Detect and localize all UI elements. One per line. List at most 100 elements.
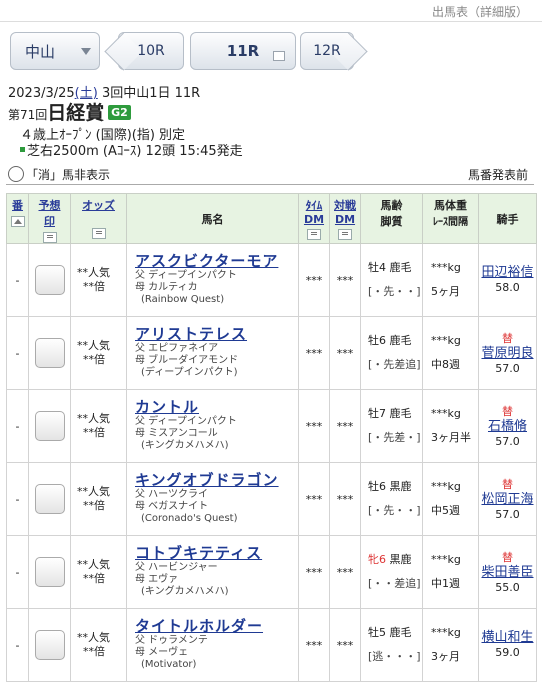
- grade-badge: G2: [108, 105, 131, 120]
- horse-name-link[interactable]: キングオブドラゴン: [135, 472, 298, 487]
- jockey-cell: 横山和生 59.0: [478, 608, 537, 682]
- jockey-link[interactable]: 菅原明良: [479, 346, 536, 361]
- popularity: **人気: [77, 339, 110, 352]
- running-style: [・・差追]: [368, 577, 421, 590]
- odds-cell: **人気 **倍: [70, 316, 127, 390]
- dam-sire: (Rainbow Quest): [141, 293, 225, 305]
- odds-cell: **人気 **倍: [70, 608, 127, 682]
- header-divider: [0, 21, 542, 22]
- time-dm-cell: ***: [298, 462, 330, 536]
- race-interval: 中1週: [431, 577, 460, 590]
- sex-age: 牡7: [368, 407, 386, 420]
- prediction-mark-button[interactable]: [34, 557, 65, 587]
- vs-dm-cell: ***: [329, 316, 361, 390]
- popularity: **人気: [77, 485, 110, 498]
- race-interval: 5ヶ月: [431, 285, 460, 298]
- horse-name-link[interactable]: コトブキテティス: [135, 545, 298, 560]
- vs-dm-cell: ***: [329, 535, 361, 609]
- odds-value: **倍: [83, 426, 105, 439]
- race-navigation: 中山 10R 11R 12R: [0, 26, 542, 78]
- mark-cell: [28, 608, 71, 682]
- col-age: 馬齢 脚質: [360, 193, 423, 244]
- mark-cell: [28, 243, 71, 317]
- horse-name-link[interactable]: カントル: [135, 399, 298, 414]
- odds-value: **倍: [83, 280, 105, 293]
- prediction-mark-button[interactable]: [34, 338, 65, 368]
- col-ban[interactable]: 番: [6, 193, 29, 244]
- sort-icon[interactable]: [91, 228, 106, 239]
- weight-cell: ***kg 中5週: [422, 462, 479, 536]
- race-interval: 中5週: [431, 504, 460, 517]
- jockey-change-badge: 替: [502, 550, 513, 564]
- jockey-link[interactable]: 横山和生: [479, 630, 536, 645]
- jockey-change-badge: 替: [502, 331, 513, 345]
- time-dm-cell: ***: [298, 316, 330, 390]
- jockey-weight: 59.0: [495, 646, 520, 659]
- mark-cell: [28, 535, 71, 609]
- time-dm-cell: ***: [298, 389, 330, 463]
- body-weight: ***kg: [431, 480, 461, 493]
- jockey-cell: 替石橋脩 57.0: [478, 389, 537, 463]
- jockey-link[interactable]: 松岡正海: [479, 492, 536, 507]
- jockey-change-badge: 替: [502, 404, 513, 418]
- body-weight: ***kg: [431, 553, 461, 566]
- ban-cell: -: [6, 535, 29, 609]
- jockey-weight: 57.0: [495, 507, 520, 521]
- col-time-dm[interactable]: ﾀｲﾑ DM: [298, 193, 330, 244]
- sire: 父 ディープインパクト: [135, 415, 237, 427]
- horse-name-link[interactable]: アリストテレス: [135, 326, 298, 341]
- col-mark[interactable]: 予想印: [28, 193, 71, 244]
- sort-icon[interactable]: [307, 229, 321, 240]
- prediction-mark-button[interactable]: [34, 484, 65, 514]
- age-cell: 牡6 鹿毛 [・先差追]: [360, 316, 423, 390]
- odds-cell: **人気 **倍: [70, 535, 127, 609]
- horse-name-link[interactable]: アスクビクターモア: [135, 253, 298, 268]
- sort-asc-icon[interactable]: [10, 216, 25, 227]
- jockey-cell: 替柴田善臣 55.0: [478, 535, 537, 609]
- prediction-mark-button[interactable]: [34, 630, 65, 660]
- dam: 母 ブルーダイアモンド: [135, 354, 239, 366]
- table-row: - **人気 **倍 タイトルホルダー父 ドゥラメンテ母 メーヴェ (Motivator…: [6, 608, 537, 682]
- prev-race-label: 10R: [137, 43, 165, 59]
- race-interval: 3ヶ月半: [431, 431, 471, 444]
- coat: 黒鹿: [386, 480, 412, 493]
- current-race-button[interactable]: 11R: [190, 32, 296, 70]
- odds-cell: **人気 **倍: [70, 389, 127, 463]
- odds-cell: **人気 **倍: [70, 462, 127, 536]
- sire: 父 エピファネイア: [135, 342, 219, 354]
- col-jockey: 騎手: [478, 193, 537, 244]
- dam-sire: (Coronado's Quest): [141, 512, 238, 524]
- col-vs-dm[interactable]: 対戦 DM: [329, 193, 361, 244]
- sex-age: 牡6: [368, 480, 386, 493]
- age-cell: 牡4 鹿毛 [・先・・]: [360, 243, 423, 317]
- table-row: - **人気 **倍 コトブキテティス父 ハービンジャー母 エヴァ (キングカメハメハ)…: [6, 535, 537, 609]
- col-odds[interactable]: オッズ: [70, 193, 127, 244]
- prev-race-button[interactable]: 10R: [118, 32, 184, 70]
- dam: 母 カルティカ: [135, 281, 198, 293]
- venue-select[interactable]: 中山: [10, 32, 100, 70]
- coat: 鹿毛: [386, 261, 412, 274]
- weight-cell: ***kg 3ヶ月半: [422, 389, 479, 463]
- popularity: **人気: [77, 266, 110, 279]
- running-style: [・先・・]: [368, 504, 421, 517]
- prediction-mark-button[interactable]: [34, 411, 65, 441]
- coat: 鹿毛: [386, 626, 412, 639]
- sex-age: 牡5: [368, 626, 386, 639]
- odds-value: **倍: [83, 572, 105, 585]
- prediction-mark-button[interactable]: [34, 265, 65, 295]
- horse-name-link[interactable]: タイトルホルダー: [135, 618, 298, 633]
- coat: 鹿毛: [386, 334, 412, 347]
- jockey-link[interactable]: 田辺裕信: [479, 265, 536, 280]
- next-race-button[interactable]: 12R: [300, 32, 354, 70]
- mark-cell: [28, 462, 71, 536]
- jockey-link[interactable]: 柴田善臣: [479, 565, 536, 580]
- sort-icon[interactable]: [42, 232, 57, 243]
- sort-icon[interactable]: [338, 229, 352, 240]
- race-title-line: 第71回日経賞 G2: [8, 98, 131, 125]
- hide-toggle-checkbox[interactable]: [8, 166, 24, 182]
- ban-cell: -: [6, 316, 29, 390]
- dam-sire: (キングカメハメハ): [141, 585, 229, 597]
- race-course: 芝右2500m (Aｺｰｽ) 12頭 15:45発走: [27, 144, 243, 159]
- race-interval: 3ヶ月: [431, 650, 460, 663]
- jockey-link[interactable]: 石橋脩: [479, 419, 536, 434]
